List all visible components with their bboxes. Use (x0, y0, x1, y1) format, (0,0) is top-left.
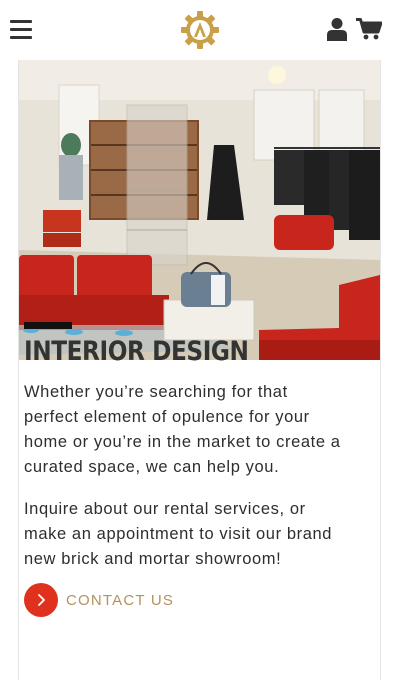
contact-us-button[interactable]: CONTACT US (24, 583, 174, 617)
showroom-photo (19, 60, 380, 360)
chevron-right-icon (38, 594, 45, 606)
shopping-cart-icon[interactable] (356, 18, 382, 40)
contact-us-label[interactable]: CONTACT US (66, 592, 174, 609)
cta-circle[interactable] (24, 583, 58, 617)
site-header (0, 0, 400, 60)
title-accent-rule (24, 322, 72, 329)
user-account-icon[interactable] (326, 17, 348, 41)
page-title: INTERIOR DESIGN (24, 336, 249, 367)
gear-a-logo-icon[interactable] (180, 10, 220, 50)
hamburger-menu-icon[interactable] (10, 20, 32, 39)
inquiry-paragraph: Inquire about our rental services, or ma… (24, 500, 333, 568)
intro-paragraph: Whether you’re searching for that perfec… (24, 383, 341, 476)
showroom-illustration (19, 60, 380, 360)
